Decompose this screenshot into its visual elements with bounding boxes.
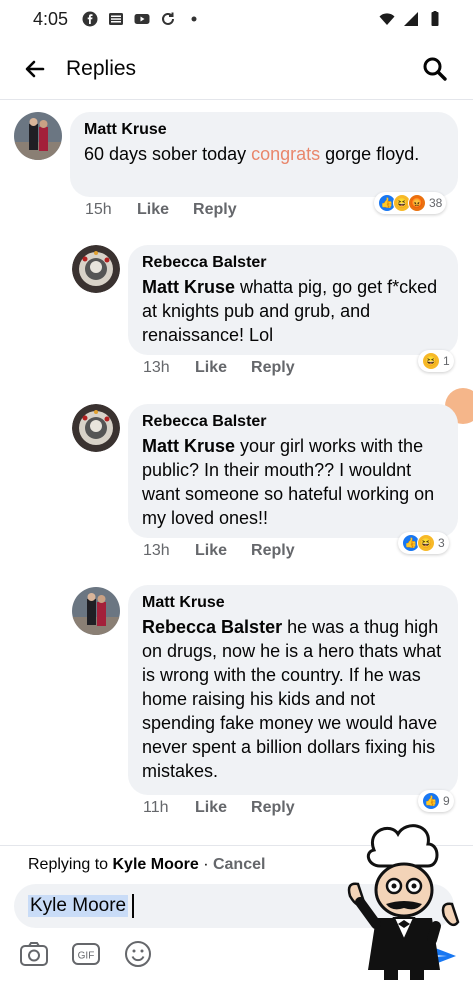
avatar[interactable]: [14, 112, 62, 160]
comment-thread: Matt Kruse 60 days sober today congrats …: [0, 100, 473, 845]
reaction-count: 38: [429, 196, 443, 210]
comment-text-part: he was a thug high on drugs, now he is a…: [142, 617, 442, 781]
comment: Matt Kruse 60 days sober today congrats …: [0, 100, 473, 230]
news-icon: [109, 13, 124, 25]
profile-photo-icon: [72, 587, 120, 635]
profile-photo-icon: [72, 245, 120, 293]
replying-to-bar: Replying to Kyle Moore · Cancel: [28, 856, 265, 874]
mention-link[interactable]: Matt Kruse: [142, 436, 235, 456]
comment-time: 11h: [143, 799, 169, 816]
reaction-count: 3: [438, 536, 445, 550]
reply-button[interactable]: Reply: [251, 799, 295, 817]
comment-author[interactable]: Matt Kruse: [142, 594, 444, 612]
reaction-count: 1: [443, 354, 450, 368]
smiley-icon: [125, 941, 151, 967]
comment-text: Matt Kruse your girl works with the publ…: [142, 434, 444, 530]
camera-button[interactable]: [18, 938, 50, 970]
comment-bubble: Rebecca Balster Matt Kruse whatta pig, g…: [128, 245, 458, 355]
app-header: Replies: [0, 38, 473, 100]
dot-icon: [191, 16, 197, 22]
reaction-summary[interactable]: 👍 😆 3: [398, 532, 449, 554]
camera-icon: [20, 942, 48, 966]
comment-text: Matt Kruse whatta pig, go get f*cked at …: [142, 275, 444, 347]
profile-photo-icon: [14, 112, 62, 160]
reaction-summary[interactable]: 👍 9: [418, 790, 454, 812]
replying-prefix: Replying to: [28, 856, 113, 873]
comment-bubble: Matt Kruse 60 days sober today congrats …: [70, 112, 458, 197]
comment-actions: 13h Like Reply: [143, 542, 319, 560]
cancel-reply-button[interactable]: Cancel: [213, 856, 265, 873]
mascot-sticker: [336, 820, 473, 985]
comment-bubble: Rebecca Balster Matt Kruse your girl wor…: [128, 404, 458, 538]
haha-reaction-icon: 😆: [422, 352, 440, 370]
comment-time: 15h: [85, 201, 112, 218]
avatar[interactable]: [72, 587, 120, 635]
avatar[interactable]: [72, 404, 120, 452]
mention-tag[interactable]: Kyle Moore: [28, 895, 129, 917]
profile-photo-icon: [72, 404, 120, 452]
highlighted-word[interactable]: congrats: [251, 144, 320, 164]
comment-actions: 11h Like Reply: [143, 799, 319, 817]
gif-button[interactable]: GIF: [70, 938, 102, 970]
reaction-count: 9: [443, 794, 450, 808]
page-title: Replies: [66, 56, 137, 80]
mention-link[interactable]: Matt Kruse: [142, 277, 235, 297]
comment-time: 13h: [143, 359, 170, 376]
sync-icon: [162, 12, 175, 25]
chef-mascot-icon: [347, 824, 460, 980]
comment: Matt Kruse Rebecca Balster he was a thug…: [0, 585, 473, 825]
back-button[interactable]: [14, 48, 56, 90]
composer-tools: GIF: [18, 938, 154, 970]
like-button[interactable]: Like: [137, 201, 169, 219]
haha-reaction-icon: 😆: [417, 534, 435, 552]
like-button[interactable]: Like: [195, 359, 227, 377]
comment-author[interactable]: Matt Kruse: [84, 121, 444, 139]
comment-bubble: Matt Kruse Rebecca Balster he was a thug…: [128, 585, 458, 795]
comment: Rebecca Balster Matt Kruse your girl wor…: [0, 400, 473, 570]
comment: Rebecca Balster Matt Kruse whatta pig, g…: [0, 240, 473, 390]
back-arrow-icon: [25, 60, 45, 77]
notification-icons: [82, 11, 202, 27]
comment-text-part: 60 days sober today: [84, 144, 252, 164]
mention-link[interactable]: Rebecca Balster: [142, 617, 282, 637]
comment-text-part: gorge floyd.: [320, 144, 420, 164]
system-icons: [379, 11, 443, 27]
avatar[interactable]: [72, 245, 120, 293]
text-caret: [132, 894, 135, 918]
comment-actions: 15h Like Reply: [85, 201, 261, 219]
comment-time: 13h: [143, 542, 170, 559]
svg-text:GIF: GIF: [78, 951, 95, 962]
comment-text: Rebecca Balster he was a thug high on dr…: [142, 615, 444, 783]
comment-author[interactable]: Rebecca Balster: [142, 254, 444, 272]
reply-button[interactable]: Reply: [193, 201, 237, 219]
angry-reaction-icon: 😡: [408, 194, 426, 212]
wifi-icon: [379, 13, 395, 25]
youtube-icon: [134, 14, 150, 24]
reply-button[interactable]: Reply: [251, 359, 295, 377]
like-button[interactable]: Like: [195, 542, 227, 560]
comment-text: 60 days sober today congrats gorge floyd…: [84, 142, 444, 166]
search-icon: [423, 57, 447, 81]
like-reaction-icon: 👍: [422, 792, 440, 810]
signal-icon: [404, 12, 418, 26]
comment-actions: 13h Like Reply: [143, 359, 319, 377]
emoji-button[interactable]: [122, 938, 154, 970]
reply-button[interactable]: Reply: [251, 542, 295, 560]
search-button[interactable]: [415, 49, 455, 89]
comment-author[interactable]: Rebecca Balster: [142, 413, 444, 431]
reaction-summary[interactable]: 👍 😆 😡 38: [374, 192, 447, 214]
status-bar: 4:05: [0, 0, 473, 38]
replying-to-name: Kyle Moore: [112, 856, 199, 873]
replying-separator: ·: [198, 856, 213, 873]
facebook-icon: [82, 11, 98, 27]
gif-icon: GIF: [72, 943, 100, 965]
status-time: 4:05: [33, 8, 69, 29]
battery-icon: [431, 11, 439, 26]
like-button[interactable]: Like: [195, 799, 227, 817]
reaction-summary[interactable]: 😆 1: [418, 350, 454, 372]
